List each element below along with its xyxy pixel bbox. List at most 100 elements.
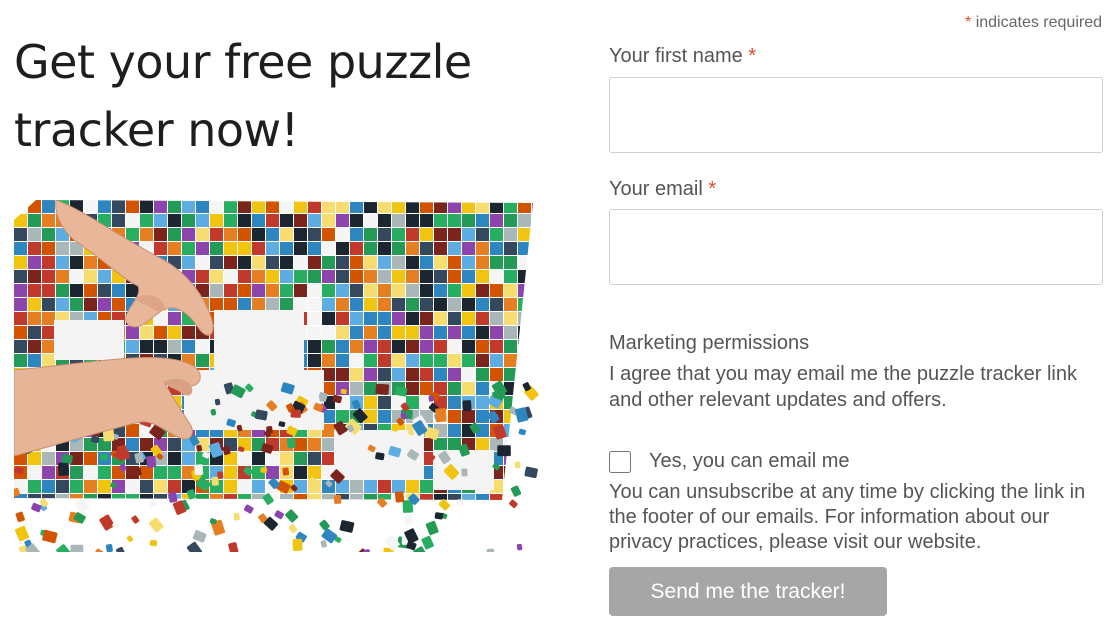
- loose-piece: [421, 535, 434, 550]
- puzzle-tile: [350, 326, 363, 339]
- email-consent-label[interactable]: Yes, you can email me: [649, 450, 849, 473]
- page-heading: Get your free puzzle tracker now!: [14, 28, 554, 164]
- puzzle-tile: [14, 312, 27, 325]
- puzzle-tile: [406, 480, 419, 493]
- loose-piece: [434, 512, 444, 520]
- puzzle-tile: [392, 326, 405, 339]
- loose-piece: [292, 538, 303, 552]
- puzzle-tile: [56, 256, 69, 269]
- puzzle-tile: [70, 284, 83, 297]
- puzzle-tile: [280, 284, 293, 297]
- loose-piece: [105, 544, 113, 552]
- puzzle-tile: [182, 228, 195, 241]
- loose-piece: [211, 476, 219, 486]
- puzzle-tile: [126, 228, 139, 241]
- missing-pieces-gap: [214, 310, 304, 380]
- puzzle-tile: [84, 480, 97, 493]
- puzzle-tile: [462, 410, 475, 423]
- puzzle-tile: [532, 368, 533, 381]
- puzzle-tile: [490, 256, 503, 269]
- puzzle-tile: [532, 256, 533, 269]
- puzzle-tile: [56, 270, 69, 283]
- puzzle-tile: [406, 354, 419, 367]
- required-note: * indicates required: [965, 14, 1102, 32]
- puzzle-tile: [462, 214, 475, 227]
- email-field[interactable]: [609, 209, 1103, 285]
- puzzle-tile: [238, 228, 251, 241]
- puzzle-tile: [350, 354, 363, 367]
- puzzle-tile: [518, 494, 531, 500]
- puzzle-tile: [42, 326, 55, 339]
- puzzle-tile: [182, 326, 195, 339]
- puzzle-tile: [308, 438, 321, 451]
- puzzle-tile: [336, 410, 349, 423]
- required-star: *: [965, 14, 972, 31]
- first-name-field[interactable]: [609, 77, 1103, 153]
- puzzle-tile: [448, 326, 461, 339]
- loose-piece: [192, 530, 207, 543]
- puzzle-tile: [322, 242, 335, 255]
- puzzle-tile: [350, 480, 363, 493]
- puzzle-tile: [378, 214, 391, 227]
- puzzle-tile: [434, 270, 447, 283]
- puzzle-tile: [420, 214, 433, 227]
- puzzle-tile: [434, 256, 447, 269]
- puzzle-tile: [518, 284, 531, 297]
- puzzle-tile: [476, 214, 489, 227]
- puzzle-tile: [476, 228, 489, 241]
- loose-piece: [146, 455, 157, 468]
- puzzle-tile: [532, 340, 533, 353]
- puzzle-tile: [28, 200, 41, 213]
- loose-piece: [99, 514, 115, 531]
- puzzle-tile: [336, 214, 349, 227]
- puzzle-tile: [168, 228, 181, 241]
- puzzle-tile: [266, 256, 279, 269]
- puzzle-tile: [392, 368, 405, 381]
- loose-piece: [150, 501, 157, 507]
- puzzle-tile: [378, 242, 391, 255]
- loose-piece: [126, 535, 134, 543]
- puzzle-tile: [532, 494, 533, 500]
- puzzle-tile: [378, 228, 391, 241]
- email-consent-row[interactable]: Yes, you can email me: [609, 450, 849, 473]
- puzzle-tile: [392, 256, 405, 269]
- puzzle-tile: [308, 466, 321, 479]
- puzzle-tile: [518, 298, 531, 311]
- puzzle-tile: [518, 326, 531, 339]
- puzzle-tile: [336, 284, 349, 297]
- puzzle-tile: [448, 200, 461, 213]
- puzzle-tile: [252, 284, 265, 297]
- puzzle-tile: [28, 242, 41, 255]
- send-tracker-button[interactable]: Send me the tracker!: [609, 567, 887, 616]
- puzzle-tile: [350, 312, 363, 325]
- puzzle-tile: [378, 354, 391, 367]
- puzzle-tile: [378, 480, 391, 493]
- puzzle-tile: [350, 214, 363, 227]
- puzzle-tile: [378, 298, 391, 311]
- puzzle-tile: [168, 438, 181, 451]
- puzzle-tile: [350, 270, 363, 283]
- puzzle-tile: [196, 214, 209, 227]
- puzzle-tile: [126, 214, 139, 227]
- puzzle-tile: [252, 480, 265, 493]
- puzzle-tile: [448, 270, 461, 283]
- puzzle-tile: [322, 326, 335, 339]
- puzzle-tile: [294, 438, 307, 451]
- loose-piece: [435, 408, 447, 423]
- puzzle-tile: [252, 298, 265, 311]
- puzzle-tile: [42, 270, 55, 283]
- puzzle-tile: [280, 452, 293, 465]
- puzzle-tile: [266, 284, 279, 297]
- puzzle-tile: [98, 200, 111, 213]
- puzzle-tile: [448, 312, 461, 325]
- puzzle-tile: [336, 256, 349, 269]
- puzzle-tile: [462, 312, 475, 325]
- loose-piece: [58, 462, 69, 476]
- email-consent-checkbox[interactable]: [609, 450, 631, 473]
- puzzle-tile: [490, 368, 503, 381]
- puzzle-tile: [490, 298, 503, 311]
- puzzle-tile: [406, 368, 419, 381]
- puzzle-tile: [462, 256, 475, 269]
- loose-piece: [438, 499, 451, 511]
- puzzle-tile: [490, 270, 503, 283]
